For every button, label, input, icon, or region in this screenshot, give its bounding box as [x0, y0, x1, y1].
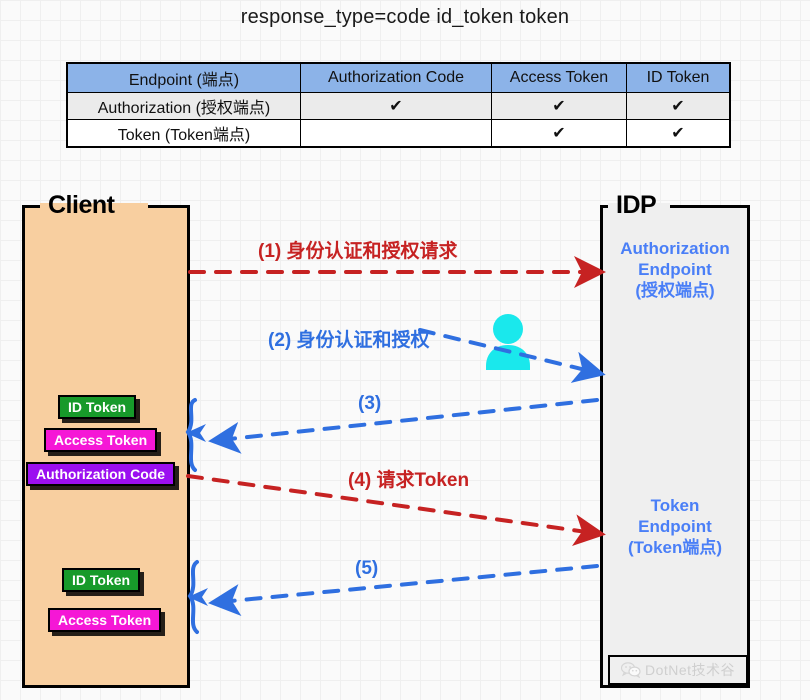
token-badge-access-token: Access Token [44, 428, 158, 452]
cell-id-token: ✔ [626, 92, 731, 120]
authorization-endpoint-line2: Endpoint [638, 260, 712, 279]
flow-step-3: (3) [358, 393, 382, 414]
token-badge-id-token: ID Token [62, 568, 141, 592]
user-icon [486, 314, 530, 370]
cell-access-token: ✔ [491, 119, 627, 148]
token-brace-bottom [187, 560, 199, 634]
flow-arrow-5 [208, 564, 599, 617]
flow-text-4: 请求Token [376, 470, 470, 491]
cell-endpoint-name: Token (Token端点) [66, 119, 301, 148]
table-header-id-token: ID Token [626, 62, 731, 93]
flow-step-4: (4) [348, 470, 372, 491]
wechat-icon [620, 662, 641, 678]
token-badge-id-token: ID Token [58, 395, 137, 419]
table-header-endpoint: Endpoint (端点) [66, 62, 301, 93]
flow-label-3: (3) [358, 393, 381, 415]
flow-label-5: (5) [355, 558, 378, 580]
token-endpoint-line2: Endpoint [638, 517, 712, 536]
cell-authorization-code: ✔ [300, 92, 492, 120]
flow-step-1: (1) [258, 241, 282, 262]
flow-step-5: (5) [355, 558, 379, 579]
authorization-endpoint-text: Authorization Endpoint (授权端点) [600, 238, 750, 301]
token-endpoint-text: Token Endpoint (Token端点) [600, 495, 750, 558]
token-endpoint-line3: (Token端点) [627, 538, 723, 557]
cell-endpoint-name: Authorization (授权端点) [66, 92, 301, 120]
watermark-text: DotNet技术谷 [644, 662, 736, 678]
token-badge-authorization-code: Authorization Code [26, 462, 176, 486]
token-endpoint-line1: Token [650, 496, 700, 515]
table-header-access-token: Access Token [491, 62, 627, 93]
idp-label: IDP [616, 191, 657, 219]
table-row: Authorization (授权端点) ✔ ✔ ✔ [66, 92, 731, 120]
table-header-authorization-code: Authorization Code [300, 62, 492, 93]
flow-text-2: 身份认证和授权 [296, 330, 430, 351]
flow-label-2: (2) 身份认证和授权 [268, 325, 430, 352]
cell-authorization-code [300, 119, 492, 148]
client-label: Client [48, 191, 115, 219]
cell-access-token: ✔ [491, 92, 627, 120]
page-title: response_type=code id_token token [240, 6, 570, 28]
flow-text-1: 身份认证和授权请求 [286, 241, 458, 262]
token-badge-access-token: Access Token [48, 608, 162, 632]
authorization-endpoint-line1: Authorization [620, 239, 730, 258]
watermark: DotNet技术谷 [608, 655, 748, 685]
token-brace-bottom-arrowhead [188, 588, 208, 606]
endpoint-permission-table: Endpoint (端点) Authorization Code Access … [66, 62, 731, 148]
authorization-endpoint-line3: (授权端点) [635, 281, 715, 300]
flow-step-2: (2) [268, 330, 292, 351]
flow-label-4: (4) 请求Token [348, 465, 469, 492]
flow-arrow-3 [208, 398, 599, 454]
table-header-row: Endpoint (端点) Authorization Code Access … [66, 62, 731, 93]
flow-label-1: (1) 身份认证和授权请求 [258, 236, 458, 263]
table-row: Token (Token端点) ✔ ✔ [66, 119, 731, 148]
cell-id-token: ✔ [626, 119, 731, 148]
